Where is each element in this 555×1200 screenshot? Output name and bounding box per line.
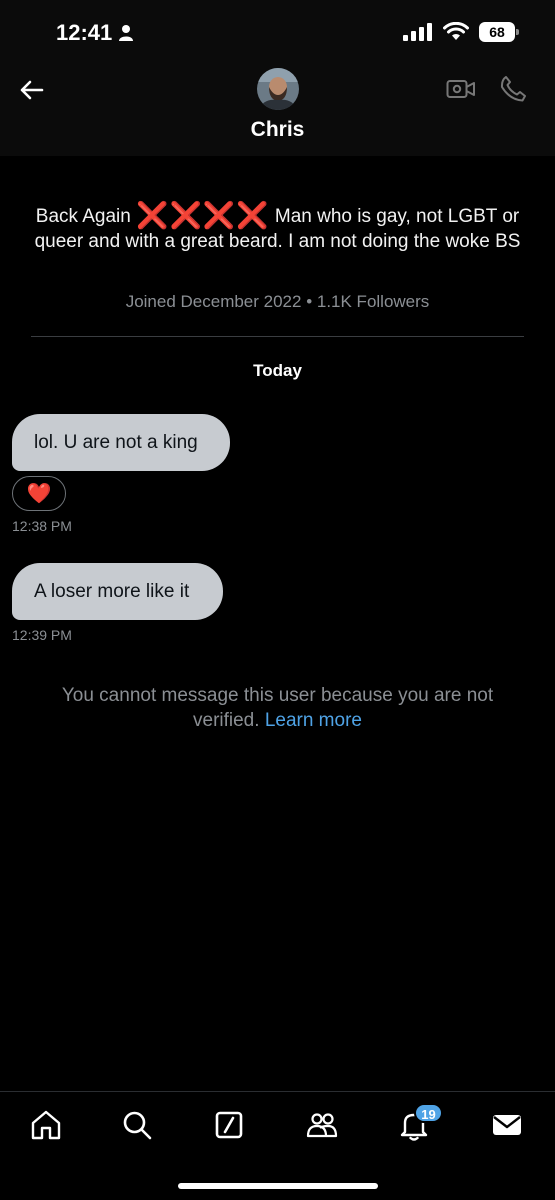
message-timestamp: 12:39 PM (12, 627, 72, 643)
home-icon[interactable] (29, 1108, 63, 1142)
status-time: 12:41 (56, 20, 134, 46)
message-timestamp: 12:38 PM (12, 518, 72, 534)
contact-name[interactable]: Chris (0, 118, 555, 142)
search-icon[interactable] (120, 1108, 154, 1142)
profile-meta: Joined December 2022 • 1.1K Followers (125, 292, 430, 311)
communities-icon[interactable] (305, 1108, 339, 1142)
battery-indicator: 68 (479, 22, 519, 42)
cellular-signal-icon (403, 23, 432, 41)
phone-call-icon[interactable] (498, 74, 528, 104)
divider (31, 336, 524, 337)
mail-icon[interactable] (490, 1108, 524, 1142)
conversation-header: Chris (0, 62, 555, 156)
notification-count-badge: 19 (414, 1103, 443, 1123)
message-bubble[interactable]: lol. U are not a king (12, 414, 230, 471)
home-indicator (178, 1183, 378, 1189)
compose-icon[interactable] (212, 1108, 246, 1142)
cross-mark-emoji: ❌❌❌❌ (136, 200, 270, 230)
cannot-message-notice: You cannot message this user because you… (30, 683, 525, 733)
message-bubble[interactable]: A loser more like it (12, 563, 223, 620)
status-icons: 68 (403, 22, 519, 42)
back-arrow-icon[interactable] (16, 74, 48, 106)
battery-level: 68 (489, 24, 505, 40)
person-icon (119, 25, 134, 41)
profile-bio: Back Again ❌❌❌❌ Man who is gay, not LGBT… (30, 200, 525, 254)
day-separator: Today (253, 361, 302, 380)
learn-more-link[interactable]: Learn more (265, 710, 362, 731)
heart-reaction[interactable]: ❤️ (12, 476, 66, 511)
video-call-icon[interactable] (446, 76, 476, 102)
clock-text: 12:41 (56, 20, 113, 45)
status-bar: 12:41 68 (0, 0, 555, 62)
reaction-emoji: ❤️ (26, 483, 52, 505)
bio-prefix: Back Again (35, 206, 131, 227)
wifi-icon (443, 22, 469, 40)
avatar[interactable] (257, 68, 299, 110)
